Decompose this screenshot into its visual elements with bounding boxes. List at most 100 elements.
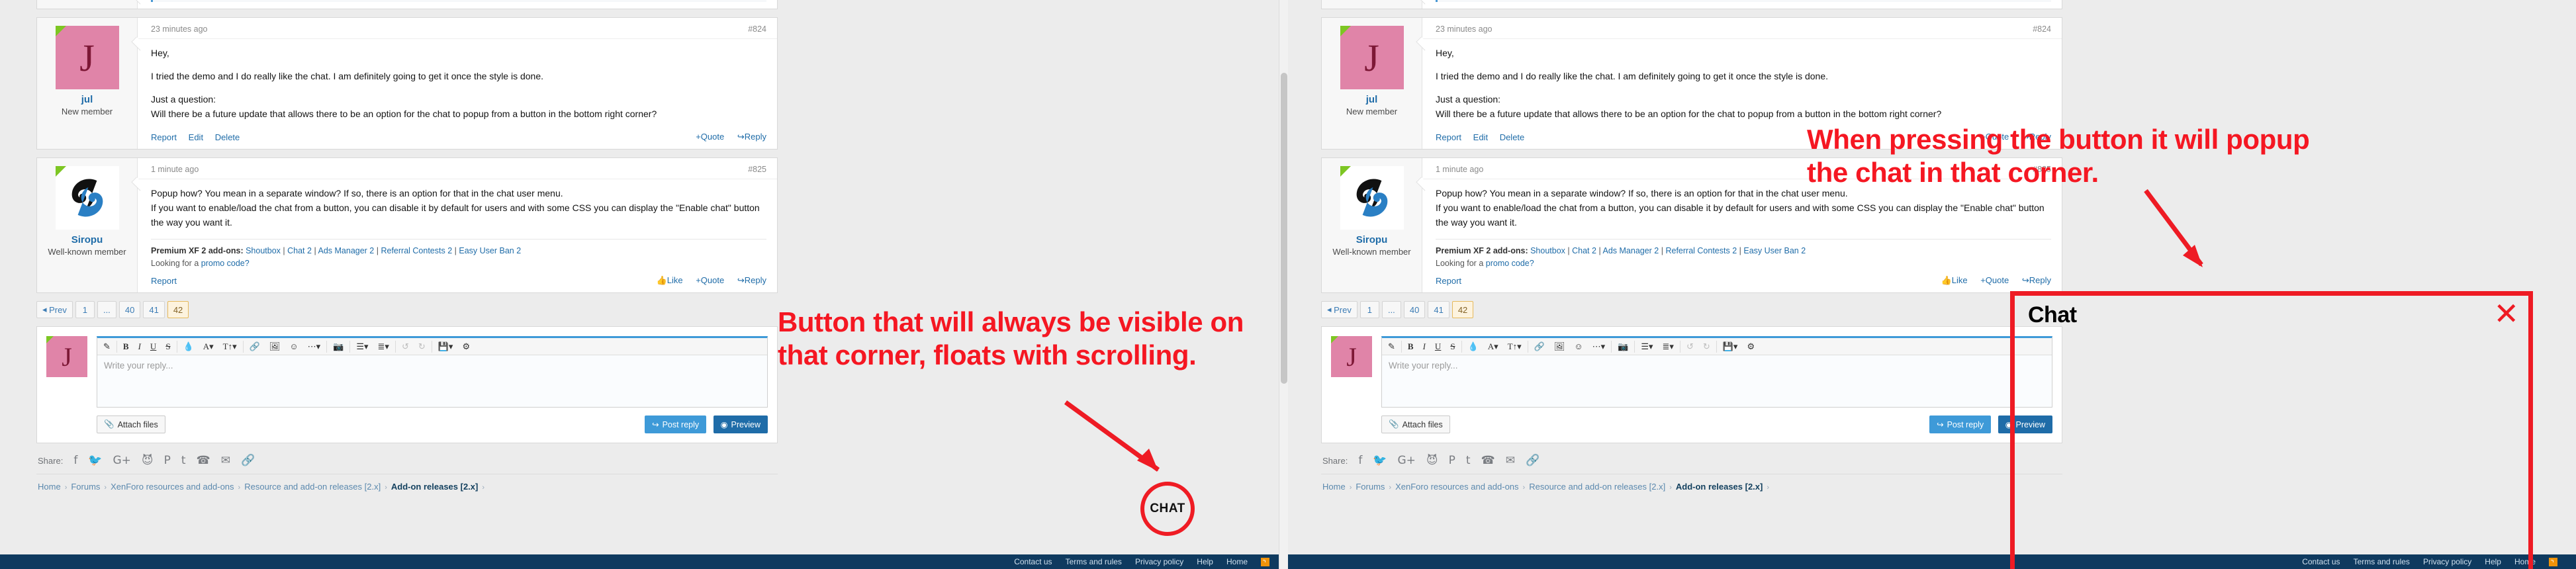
options-icon[interactable]: ⚙ — [457, 339, 475, 355]
report-link[interactable]: Report — [151, 276, 177, 286]
post-timestamp[interactable]: 1 minute ago — [1436, 165, 1483, 174]
pagination-page[interactable]: 40 — [118, 301, 141, 318]
strikethrough-icon[interactable]: S — [161, 339, 175, 355]
email-icon[interactable]: ✉ — [1506, 454, 1515, 467]
align-icon[interactable]: ☰▾ — [351, 339, 373, 355]
whatsapp-icon[interactable]: ☎ — [1481, 454, 1495, 467]
like-link[interactable]: 👍Like — [1941, 275, 1968, 285]
bold-icon[interactable]: B — [118, 339, 134, 355]
preview-button[interactable]: ◉ Preview — [713, 416, 768, 433]
post-timestamp[interactable]: 23 minutes ago — [151, 24, 207, 34]
underline-icon[interactable]: U — [146, 339, 161, 355]
tumblr-icon[interactable]: t — [1466, 454, 1471, 467]
reddit-icon[interactable]: 😈 — [1426, 454, 1438, 467]
bold-icon[interactable]: B — [1403, 339, 1418, 355]
link-icon[interactable]: 🔗 — [245, 339, 265, 355]
reply-link[interactable]: ↪Reply — [2022, 275, 2051, 285]
whatsapp-icon[interactable]: ☎ — [197, 454, 210, 467]
attach-files-button[interactable]: 📎 Attach files — [97, 416, 165, 433]
avatar[interactable]: J — [1340, 26, 1404, 89]
signature-link[interactable]: Referral Contests 2 — [381, 246, 452, 255]
pagination-ellipsis[interactable]: ... — [97, 301, 116, 318]
breadcrumb-item[interactable]: XenForo resources and add-ons — [111, 482, 234, 492]
post-number[interactable]: #824 — [748, 24, 766, 34]
remove-formatting-icon[interactable]: ✎ — [1383, 339, 1400, 355]
remove-formatting-icon[interactable]: ✎ — [99, 339, 115, 355]
email-icon[interactable]: ✉ — [221, 454, 230, 467]
post-author-name[interactable]: Siropu — [1326, 234, 1418, 246]
italic-icon[interactable]: I — [1418, 339, 1430, 355]
quote-link[interactable]: +Quote — [696, 275, 724, 285]
reply-link[interactable]: ↪Reply — [737, 275, 766, 285]
footer-link-privacy[interactable]: Privacy policy — [1135, 557, 1183, 566]
reddit-icon[interactable]: 😈 — [142, 454, 154, 467]
quote-link[interactable]: +Quote — [1980, 275, 2009, 285]
post-timestamp[interactable]: 23 minutes ago — [1436, 24, 1492, 34]
image-icon[interactable]: 🖼 — [1549, 339, 1570, 355]
signature-link[interactable]: Easy User Ban 2 — [1743, 246, 1806, 255]
post-likes-bar[interactable]: 👍 Siropu — [1436, 0, 2051, 2]
italic-icon[interactable]: I — [134, 339, 146, 355]
footer-link-contact[interactable]: Contact us — [1014, 557, 1052, 566]
align-icon[interactable]: ☰▾ — [1636, 339, 1657, 355]
tumblr-icon[interactable]: t — [181, 454, 186, 467]
promo-code-link[interactable]: promo code? — [201, 259, 250, 268]
post-reply-button[interactable]: ↪ Post reply — [645, 416, 707, 433]
smilies-icon[interactable]: ☺ — [1569, 339, 1587, 355]
close-icon[interactable]: ✕ — [2493, 298, 2519, 329]
facebook-icon[interactable]: f — [1358, 454, 1362, 467]
pagination-prev[interactable]: ◂ Prev — [36, 301, 73, 318]
breadcrumb-item[interactable]: Resource and add-on releases [2.x] — [244, 482, 381, 492]
post-number[interactable]: #825 — [748, 165, 766, 174]
list-icon[interactable]: ≣▾ — [373, 339, 394, 355]
avatar[interactable] — [1340, 166, 1404, 230]
google-plus-icon[interactable]: G+ — [113, 454, 130, 467]
link-icon[interactable]: 🔗 — [241, 454, 255, 467]
pagination-page[interactable]: 1 — [1359, 301, 1379, 318]
text-color-icon[interactable]: 💧 — [179, 339, 199, 355]
breadcrumb-item[interactable]: Home — [1322, 482, 1346, 492]
pagination-page-current[interactable]: 42 — [167, 301, 189, 318]
link-icon[interactable]: 🔗 — [1530, 339, 1549, 355]
text-color-icon[interactable]: 💧 — [1463, 339, 1483, 355]
font-family-icon[interactable]: A▾ — [199, 339, 218, 355]
pagination-page[interactable]: 41 — [143, 301, 165, 318]
google-plus-icon[interactable]: G+ — [1397, 454, 1415, 467]
promo-code-link[interactable]: promo code? — [1486, 259, 1534, 268]
report-link[interactable]: Report — [1436, 276, 1461, 286]
list-icon[interactable]: ≣▾ — [1658, 339, 1679, 355]
signature-link[interactable]: Chat 2 — [1572, 246, 1596, 255]
redo-icon[interactable]: ↻ — [1698, 339, 1715, 355]
post-author-name[interactable]: jul — [1326, 93, 1418, 106]
signature-link[interactable]: Shoutbox — [246, 246, 281, 255]
pagination-page[interactable]: 40 — [1403, 301, 1426, 318]
signature-link[interactable]: Easy User Ban 2 — [459, 246, 521, 255]
footer-link-help[interactable]: Help — [1197, 557, 1213, 566]
report-link[interactable]: Report — [1436, 132, 1461, 142]
undo-icon[interactable]: ↺ — [397, 339, 414, 355]
post-timestamp[interactable]: 1 minute ago — [151, 165, 199, 174]
reply-textarea[interactable]: Write your reply... — [1382, 355, 2052, 407]
post-author-name[interactable]: Siropu — [41, 234, 133, 246]
edit-link[interactable]: Edit — [189, 132, 203, 142]
font-size-icon[interactable]: T↑▾ — [218, 339, 242, 355]
more-icon[interactable]: ⋯▾ — [1588, 339, 1610, 355]
avatar[interactable] — [55, 166, 119, 230]
chat-floating-button[interactable]: CHAT — [1140, 482, 1195, 536]
image-icon[interactable]: 🖼 — [265, 339, 285, 355]
signature-link[interactable]: Referral Contests 2 — [1665, 246, 1737, 255]
like-link[interactable]: 👍Like — [657, 275, 683, 285]
edit-link[interactable]: Edit — [1473, 132, 1488, 142]
twitter-icon[interactable]: 🐦 — [1373, 454, 1387, 467]
pinterest-icon[interactable]: P — [1449, 454, 1455, 467]
pagination-page[interactable]: 1 — [75, 301, 95, 318]
undo-icon[interactable]: ↺ — [1682, 339, 1698, 355]
twitter-icon[interactable]: 🐦 — [88, 454, 102, 467]
facebook-icon[interactable]: f — [73, 454, 77, 467]
options-icon[interactable]: ⚙ — [1742, 339, 1759, 355]
underline-icon[interactable]: U — [1430, 339, 1446, 355]
signature-link[interactable]: Shoutbox — [1530, 246, 1565, 255]
scrollbar-thumb[interactable] — [1281, 73, 1287, 384]
draft-icon[interactable]: 💾▾ — [434, 339, 458, 355]
post-likes-bar[interactable]: 👍 Siropu — [151, 0, 766, 2]
